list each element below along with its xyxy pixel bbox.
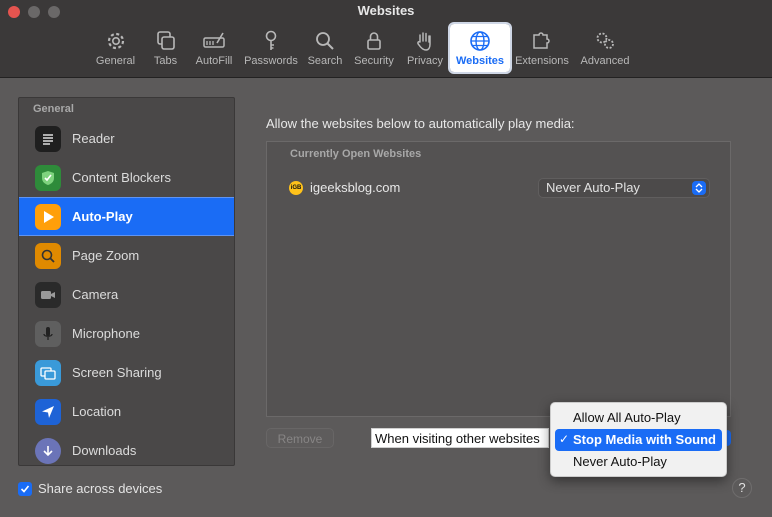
gears-icon — [596, 32, 614, 49]
tab-websites[interactable]: Websites — [448, 22, 512, 74]
microphone-icon — [35, 320, 61, 347]
tab-label: General — [95, 55, 136, 67]
window-toolbar: Websites General Tabs AutoFill Passwords… — [0, 0, 772, 78]
website-autoplay-select[interactable]: Never Auto-Play — [538, 178, 710, 198]
list-header: Currently Open Websites — [290, 148, 422, 160]
sidebar-item-page-zoom[interactable]: Page Zoom — [19, 236, 234, 275]
share-across-devices-row[interactable]: Share across devices — [18, 481, 162, 496]
tab-extensions[interactable]: Extensions — [510, 24, 574, 72]
location-icon — [35, 398, 61, 425]
menu-item-label: Stop Media with Sound — [573, 432, 716, 447]
sidebar-item-label: Camera — [72, 287, 119, 302]
reader-icon — [35, 125, 61, 152]
tab-autofill[interactable]: AutoFill — [188, 24, 240, 72]
tab-label: Websites — [455, 55, 505, 67]
gear-icon — [107, 32, 124, 50]
tab-label: Advanced — [580, 55, 630, 67]
camera-icon — [35, 281, 61, 308]
tab-label: Security — [354, 55, 394, 67]
sidebar-item-reader[interactable]: Reader — [19, 119, 234, 158]
screen-sharing-icon — [35, 359, 61, 386]
key-icon — [265, 30, 277, 50]
globe-icon — [470, 31, 490, 51]
websites-sidebar: General Reader Content Blockers Auto-Pla… — [18, 97, 235, 466]
chevron-updown-icon — [692, 181, 706, 195]
sidebar-item-content-blockers[interactable]: Content Blockers — [19, 158, 234, 197]
tab-passwords[interactable]: Passwords — [240, 24, 302, 72]
checkmark-icon: ✓ — [559, 432, 570, 446]
tab-security[interactable]: Security — [348, 24, 400, 72]
autoplay-popup-menu: Allow All Auto-Play ✓ Stop Media with So… — [550, 402, 727, 477]
tab-tabs[interactable]: Tabs — [143, 24, 188, 72]
sidebar-item-screen-sharing[interactable]: Screen Sharing — [19, 353, 234, 392]
tab-general[interactable]: General — [88, 24, 143, 72]
hand-icon — [417, 32, 431, 51]
select-value: Never Auto-Play — [546, 180, 640, 195]
sidebar-item-label: Page Zoom — [72, 248, 140, 263]
tab-label: Passwords — [244, 55, 298, 67]
preferences-tabs: General Tabs AutoFill Passwords Search S… — [88, 22, 636, 74]
website-name: igeeksblog.com — [310, 180, 401, 195]
menu-item-label: Allow All Auto-Play — [573, 410, 681, 425]
tabs-icon — [156, 31, 175, 50]
share-across-devices-checkbox[interactable] — [18, 481, 32, 496]
sidebar-item-camera[interactable]: Camera — [19, 275, 234, 314]
remove-button[interactable]: Remove — [266, 428, 334, 448]
open-websites-list: Currently Open Websites iGB igeeksblog.c… — [266, 141, 731, 417]
help-button[interactable]: ? — [732, 478, 752, 498]
magnifier-icon — [316, 32, 334, 50]
sidebar-item-label: Reader — [72, 131, 115, 146]
tab-advanced[interactable]: Advanced — [574, 24, 636, 72]
checkmark-icon — [20, 484, 30, 493]
favicon-icon: iGB — [289, 180, 303, 195]
tab-label: Tabs — [153, 55, 178, 67]
tab-label: AutoFill — [195, 55, 233, 67]
sidebar-item-auto-play[interactable]: Auto-Play — [19, 197, 234, 236]
share-across-devices-label: Share across devices — [38, 481, 163, 496]
sidebar-item-downloads[interactable]: Downloads — [19, 431, 234, 465]
autofill-icon — [203, 32, 225, 48]
tab-privacy[interactable]: Privacy — [400, 24, 450, 72]
window-title: Websites — [357, 3, 415, 18]
sidebar-item-label: Location — [72, 404, 122, 419]
menu-item-never-auto-play[interactable]: Never Auto-Play — [555, 451, 722, 473]
sidebar-item-location[interactable]: Location — [19, 392, 234, 431]
sidebar-item-label: Microphone — [72, 326, 140, 341]
tab-label: Search — [307, 55, 343, 67]
sidebar-item-label: Screen Sharing — [72, 365, 162, 380]
puzzle-icon — [533, 32, 550, 49]
tab-label: Extensions — [515, 55, 569, 67]
auto-play-description: Allow the websites below to automaticall… — [266, 116, 575, 131]
menu-item-label: Never Auto-Play — [573, 454, 667, 469]
tab-search[interactable]: Search — [302, 24, 348, 72]
sidebar-item-label: Content Blockers — [72, 170, 171, 185]
menu-item-stop-media-with-sound[interactable]: ✓ Stop Media with Sound — [555, 429, 722, 451]
download-icon — [35, 437, 61, 464]
zoom-icon — [35, 242, 61, 269]
play-icon — [35, 203, 61, 230]
menu-item-allow-all-auto-play[interactable]: Allow All Auto-Play — [555, 407, 722, 429]
other-websites-label: When visiting other websites — [371, 428, 549, 448]
sidebar-section-header: General — [33, 103, 74, 115]
sidebar-item-microphone[interactable]: Microphone — [19, 314, 234, 353]
tab-label: Privacy — [406, 55, 444, 67]
website-row[interactable]: iGB igeeksblog.com — [289, 180, 400, 195]
sidebar-item-label: Downloads — [72, 443, 137, 458]
sidebar-item-label: Auto-Play — [72, 209, 133, 224]
shield-icon — [35, 164, 61, 191]
lock-icon — [367, 32, 381, 50]
